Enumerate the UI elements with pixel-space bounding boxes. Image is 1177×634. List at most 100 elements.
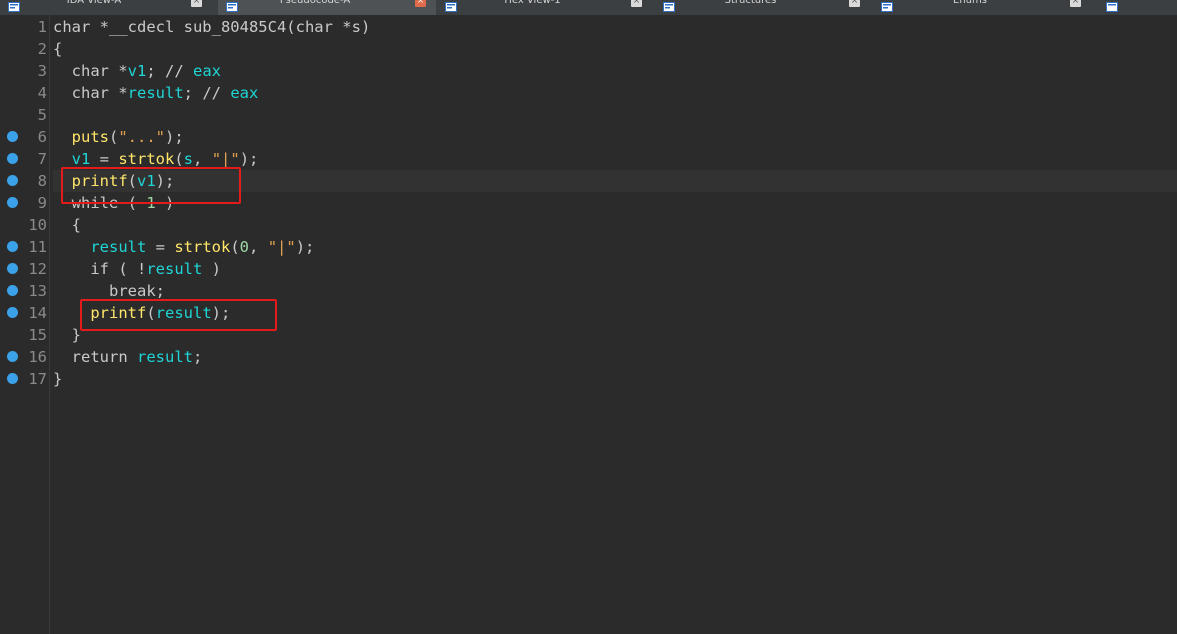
code-line-text[interactable]: result = strtok(0, "|"); — [53, 236, 314, 258]
tab-ida-view-a[interactable]: IDA View-A × — [0, 0, 212, 15]
breakpoint-dot-icon[interactable] — [7, 351, 18, 362]
tab-label: Structures — [724, 0, 777, 6]
breakpoint-dot-icon[interactable] — [7, 197, 18, 208]
code-token: return — [53, 348, 137, 366]
code-token: 0 — [239, 238, 250, 256]
annotation-highlight-box — [80, 299, 277, 331]
code-token: "..." — [118, 128, 166, 146]
close-tab-icon[interactable]: × — [631, 0, 642, 7]
tab-pseudocode-a[interactable]: Pseudocode-A × — [218, 0, 436, 15]
code-line-text[interactable]: } — [53, 324, 81, 346]
code-line-text[interactable]: char *result; // eax — [53, 82, 259, 104]
tab-label: Enums — [953, 0, 987, 6]
code-token: strtok — [118, 150, 175, 168]
code-token: if ( ! — [53, 260, 147, 278]
code-token: ( — [174, 150, 184, 168]
code-token: ); — [165, 128, 184, 146]
code-line-text[interactable]: puts("..."); — [53, 126, 184, 148]
code-line[interactable]: if ( !result ) — [53, 258, 1177, 280]
gutter-row[interactable]: 10 — [0, 214, 49, 236]
gutter-row[interactable]: 17 — [0, 368, 49, 390]
line-number: 1 — [37, 18, 47, 36]
code-line[interactable]: { — [53, 214, 1177, 236]
code-token: v1 — [127, 62, 147, 80]
code-token: char * — [53, 62, 128, 80]
code-line-text[interactable]: { — [53, 214, 81, 236]
code-token: ) — [202, 260, 221, 278]
code-token: } — [53, 370, 63, 388]
line-number: 13 — [28, 282, 47, 300]
close-tab-icon[interactable]: × — [1070, 0, 1081, 7]
code-token: ( — [109, 128, 119, 146]
line-number: 8 — [37, 172, 47, 190]
gutter-row[interactable]: 1 — [0, 16, 49, 38]
code-line-text[interactable]: char *v1; // eax — [53, 60, 221, 82]
breakpoint-dot-icon[interactable] — [7, 307, 18, 318]
gutter-row[interactable]: 2 — [0, 38, 49, 60]
line-number: 4 — [37, 84, 47, 102]
close-tab-icon[interactable]: × — [415, 0, 426, 7]
gutter-row[interactable]: 16 — [0, 346, 49, 368]
code-line[interactable]: } — [53, 368, 1177, 390]
code-token: result — [146, 260, 203, 278]
close-tab-icon[interactable]: × — [191, 0, 202, 7]
line-number: 10 — [28, 216, 47, 234]
gutter-row[interactable]: 15 — [0, 324, 49, 346]
code-line[interactable] — [53, 104, 1177, 126]
line-number: 7 — [37, 150, 47, 168]
breakpoint-dot-icon[interactable] — [7, 373, 18, 384]
code-line-text[interactable]: { — [53, 38, 62, 60]
tab-structures[interactable]: Structures × — [655, 0, 870, 15]
code-token: ; — [193, 348, 203, 366]
gutter-row[interactable]: 12 — [0, 258, 49, 280]
close-tab-icon[interactable]: × — [849, 0, 860, 7]
gutter-row[interactable]: 11 — [0, 236, 49, 258]
breakpoint-dot-icon[interactable] — [7, 175, 18, 186]
pseudocode-editor[interactable]: 1 2 3 4 5 6 7 8 9 10 11 12 13 14 15 16 17 char *__cdecl … — [0, 15, 1177, 634]
line-number: 17 — [28, 370, 47, 388]
breakpoint-dot-icon[interactable] — [7, 241, 18, 252]
tab-enums[interactable]: Enums × — [873, 0, 1091, 15]
line-number: 5 — [37, 106, 47, 124]
code-line[interactable]: result = strtok(0, "|"); — [53, 236, 1177, 258]
gutter-row[interactable]: 7 — [0, 148, 49, 170]
code-token: v1 — [53, 150, 91, 168]
tab-hex-view-1[interactable]: Hex View-1 × — [437, 0, 652, 15]
tab-overflow[interactable] — [1094, 0, 1177, 15]
gutter-row[interactable]: 8 — [0, 170, 49, 192]
gutter-row[interactable]: 6 — [0, 126, 49, 148]
code-token: } — [53, 326, 81, 344]
code-line-text[interactable]: if ( !result ) — [53, 258, 221, 280]
gutter-row[interactable]: 13 — [0, 280, 49, 302]
breakpoint-dot-icon[interactable] — [7, 153, 18, 164]
breakpoint-dot-icon[interactable] — [7, 131, 18, 142]
code-token: result — [127, 84, 184, 102]
gutter-row[interactable]: 5 — [0, 104, 49, 126]
code-line-text[interactable]: return result; — [53, 346, 203, 368]
code-area[interactable]: char *__cdecl sub_80485C4(char *s) { char… — [53, 15, 1177, 634]
code-token: ; // — [146, 62, 193, 80]
code-token: break; — [53, 282, 165, 300]
tab-bar: IDA View-A × Pseudocode-A × Hex View-1 × Struc… — [0, 0, 1177, 15]
code-token: result — [137, 348, 193, 366]
code-token: ); — [239, 150, 259, 168]
code-line[interactable]: char *__cdecl sub_80485C4(char *s) — [53, 16, 1177, 38]
code-line[interactable]: char *v1; // eax — [53, 60, 1177, 82]
code-line-text[interactable]: } — [53, 368, 62, 390]
breakpoint-dot-icon[interactable] — [7, 285, 18, 296]
code-line[interactable]: puts("..."); — [53, 126, 1177, 148]
code-line-text[interactable]: char *__cdecl sub_80485C4(char *s) — [53, 16, 370, 38]
code-token: char * — [53, 84, 128, 102]
breakpoint-dot-icon[interactable] — [7, 263, 18, 274]
code-line[interactable]: { — [53, 38, 1177, 60]
code-token: "|" — [267, 238, 296, 256]
code-line[interactable]: return result; — [53, 346, 1177, 368]
gutter-row[interactable]: 3 — [0, 60, 49, 82]
code-line[interactable]: char *result; // eax — [53, 82, 1177, 104]
gutter-row[interactable]: 9 — [0, 192, 49, 214]
gutter-row[interactable]: 4 — [0, 82, 49, 104]
line-number: 11 — [28, 238, 47, 256]
code-token: s — [183, 150, 194, 168]
line-number: 3 — [37, 62, 47, 80]
gutter-row[interactable]: 14 — [0, 302, 49, 324]
